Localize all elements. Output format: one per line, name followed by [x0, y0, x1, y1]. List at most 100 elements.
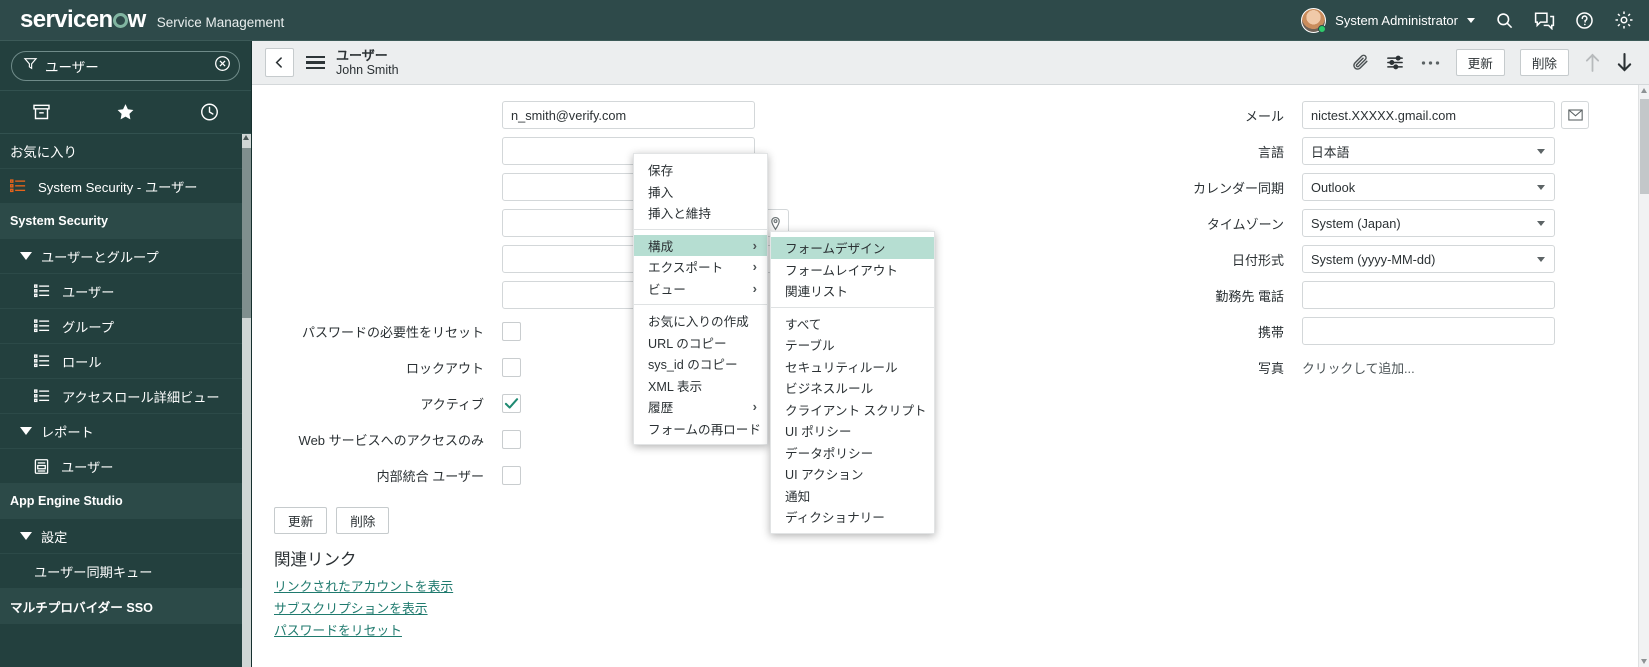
submenu-separator	[771, 306, 934, 308]
scroll-up-arrow-icon[interactable]	[243, 135, 249, 140]
triangle-down-icon	[20, 427, 32, 435]
submenu-item-6[interactable]: セキュリティルール	[771, 356, 934, 378]
menu-item-9[interactable]: URL のコピー	[634, 332, 767, 354]
sidebar-scrollbar[interactable]	[242, 134, 251, 667]
submenu-item-4[interactable]: すべて	[771, 313, 934, 335]
back-button[interactable]	[265, 48, 294, 77]
hamburger-icon[interactable]	[306, 55, 325, 70]
history-tab[interactable]	[167, 91, 251, 133]
menu-item-0[interactable]: 保存	[634, 159, 767, 181]
logo-o-ring-icon	[112, 13, 128, 28]
date-format-select[interactable]: System (yyyy-MM-dd)	[1302, 245, 1555, 273]
menu-item-5[interactable]: エクスポート ›	[634, 256, 767, 278]
sidebar-item-5[interactable]: グループ	[0, 309, 251, 344]
gear-icon[interactable]	[1613, 9, 1635, 31]
field-control	[502, 393, 521, 413]
menu-item-6[interactable]: ビュー ›	[634, 278, 767, 300]
update-button[interactable]: 更新	[1455, 49, 1505, 76]
submenu-item-13[interactable]: ディクショナリー	[771, 506, 934, 528]
submenu-item-5[interactable]: テーブル	[771, 334, 934, 356]
menu-item-4[interactable]: 構成 ›	[634, 234, 767, 256]
menu-item-10[interactable]: sys_id のコピー	[634, 353, 767, 375]
content-scrollbar[interactable]	[1638, 85, 1649, 667]
help-icon[interactable]	[1573, 9, 1595, 31]
date-format-value: System (yyyy-MM-dd)	[1311, 251, 1436, 267]
calendar-sync-select[interactable]: Outlook	[1302, 173, 1555, 201]
sidebar-item-7[interactable]: アクセスロール詳細ビュー	[0, 379, 251, 414]
arrow-up-icon[interactable]	[1584, 52, 1601, 73]
send-email-icon[interactable]	[1561, 101, 1589, 129]
sidebar-group-8[interactable]: レポート	[0, 414, 251, 449]
sliders-icon[interactable]	[1385, 53, 1405, 72]
web-service-access-only-checkbox[interactable]	[502, 429, 521, 449]
active-checkbox[interactable]	[502, 393, 521, 413]
language-select[interactable]: 日本語	[1302, 137, 1555, 165]
sidebar-item-6[interactable]: ロール	[0, 344, 251, 379]
business-phone-field[interactable]	[1302, 281, 1555, 309]
logo-text-prefix: servicen	[20, 6, 113, 33]
form-delete-button[interactable]: 削除	[336, 507, 390, 534]
photo-add-link[interactable]: クリックして追加...	[1302, 358, 1415, 377]
menu-item-13[interactable]: フォームの再ロード	[634, 418, 767, 440]
submenu-item-8[interactable]: クライアント スクリプト	[771, 399, 934, 421]
all-applications-tab[interactable]	[0, 91, 84, 133]
brand-logo[interactable]: servicen w Service Management	[20, 8, 284, 32]
arrow-down-icon[interactable]	[1616, 52, 1633, 73]
user-menu[interactable]: System Administrator	[1301, 7, 1475, 33]
product-name: Service Management	[156, 15, 285, 30]
submenu-item-10[interactable]: データポリシー	[771, 442, 934, 464]
menu-separator	[634, 304, 767, 305]
servicenow-logo: servicen w	[20, 8, 146, 32]
internal-integration-user-checkbox[interactable]	[502, 465, 521, 485]
sidebar-favorite-item[interactable]: System Security - ユーザー	[0, 169, 251, 204]
submenu-item-12[interactable]: 通知	[771, 485, 934, 507]
scrollbar-thumb[interactable]	[242, 148, 251, 318]
scroll-down-arrow-icon[interactable]	[1641, 659, 1647, 664]
sidebar-item-label: ユーザーとグループ	[41, 249, 159, 265]
sidebar: ユーザー お気に入り System Security - ユーザー System …	[0, 41, 252, 667]
menu-item-11[interactable]: XML 表示	[634, 375, 767, 397]
submenu-item-0[interactable]: フォームデザイン	[771, 237, 934, 259]
submenu-item-7[interactable]: ビジネスルール	[771, 377, 934, 399]
related-link-reset-password[interactable]: パスワードをリセット	[274, 620, 1052, 639]
sidebar-item-4[interactable]: ユーザー	[0, 274, 251, 309]
menu-item-2[interactable]: 挿入と維持	[634, 202, 767, 224]
scrollbar-thumb[interactable]	[1640, 99, 1649, 194]
submenu-item-11[interactable]: UI アクション	[771, 463, 934, 485]
mobile-phone-field[interactable]	[1302, 317, 1555, 345]
favorites-tab[interactable]	[84, 91, 168, 133]
conversations-icon[interactable]	[1533, 9, 1555, 31]
submenu-item-1[interactable]: フォームレイアウト	[771, 259, 934, 281]
sidebar-group-3[interactable]: ユーザーとグループ	[0, 239, 251, 274]
email-hidden-field[interactable]: n_smith@verify.com	[502, 101, 755, 129]
email-field[interactable]: nictest.XXXXX.gmail.com	[1302, 101, 1555, 129]
sidebar-item-9[interactable]: ユーザー	[0, 449, 251, 484]
paperclip-icon[interactable]	[1351, 53, 1370, 72]
ellipsis-icon[interactable]	[1420, 59, 1441, 67]
sidebar-group-11[interactable]: 設定	[0, 519, 251, 554]
search-icon[interactable]	[1493, 9, 1515, 31]
submenu-item-2[interactable]: 関連リスト	[771, 280, 934, 302]
delete-button[interactable]: 削除	[1519, 49, 1569, 76]
menu-item-12[interactable]: 履歴 ›	[634, 396, 767, 418]
menu-item-8[interactable]: お気に入りの作成	[634, 310, 767, 332]
timezone-select[interactable]: System (Japan)	[1302, 209, 1555, 237]
filter-navigator: ユーザー	[0, 41, 251, 90]
submenu-item-label: データポリシー	[785, 446, 874, 461]
scroll-up-arrow-icon[interactable]	[1641, 88, 1647, 93]
related-link-subscriptions[interactable]: サブスクリプションを表示	[274, 598, 1052, 617]
form-update-button[interactable]: 更新	[274, 507, 328, 534]
search-input[interactable]: ユーザー	[11, 51, 240, 81]
password-reset-checkbox[interactable]	[502, 321, 521, 341]
menu-separator	[634, 228, 767, 230]
menu-item-1[interactable]: 挿入	[634, 181, 767, 203]
breadcrumb: ユーザー John Smith	[336, 48, 399, 78]
checkbox-label: 内部統合 ユーザー	[376, 468, 484, 484]
lockout-checkbox[interactable]	[502, 357, 521, 377]
submenu-item-9[interactable]: UI ポリシー	[771, 420, 934, 442]
chevron-down-icon	[1537, 257, 1545, 262]
checkbox-label: ロックアウト	[405, 360, 484, 376]
sidebar-item-12[interactable]: ユーザー同期キュー	[0, 554, 251, 589]
related-link-linked-accounts[interactable]: リンクされたアカウントを表示	[274, 576, 1052, 595]
close-icon[interactable]	[214, 55, 231, 77]
